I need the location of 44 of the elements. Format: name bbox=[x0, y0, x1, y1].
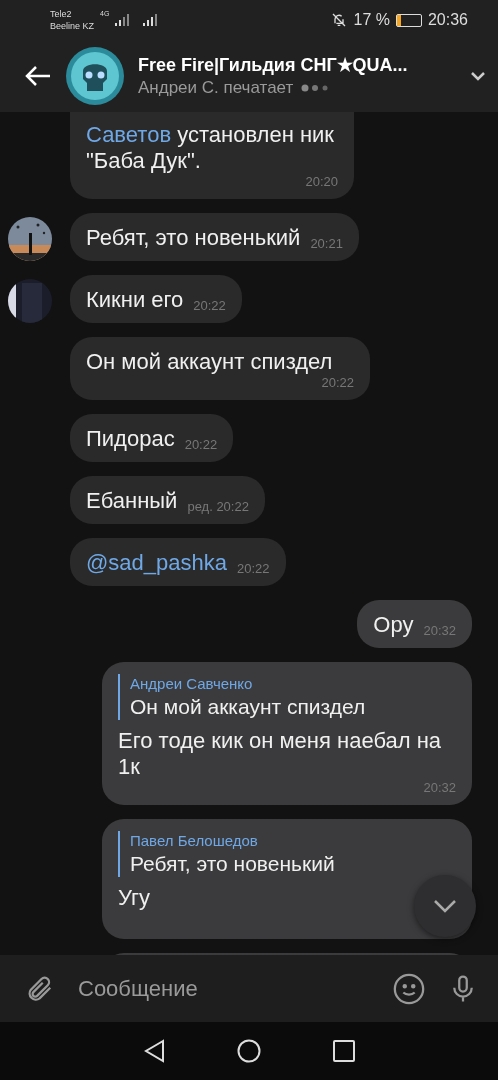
signal-icon bbox=[143, 14, 158, 26]
reply-quote[interactable]: Андреи Савченко Он мой аккаунт спиздел bbox=[118, 674, 456, 720]
reply-text: Он мой аккаунт спиздел bbox=[130, 694, 367, 720]
message-time: 20:22 bbox=[184, 437, 218, 452]
message-time: 20:22 bbox=[237, 561, 270, 576]
chevron-down-icon bbox=[433, 899, 457, 913]
reply-text: Ребят, это новенький bbox=[130, 851, 336, 877]
message-time: 20:22 bbox=[193, 298, 226, 313]
message-text: Его тоде кик он меня наебал на 1к bbox=[118, 728, 443, 780]
message-time: 20:32 bbox=[423, 780, 456, 795]
home-nav-icon[interactable] bbox=[237, 1039, 261, 1063]
back-button[interactable] bbox=[24, 64, 52, 88]
clock: 20:36 bbox=[427, 11, 468, 29]
typing-status: Андреи С. печатает bbox=[138, 78, 294, 98]
message-text: Ору bbox=[373, 612, 414, 638]
message-time: ред. 20:22 bbox=[187, 499, 249, 514]
emoji-icon[interactable] bbox=[392, 971, 426, 1006]
battery-icon bbox=[395, 13, 422, 27]
carrier-name: Beeline KZ bbox=[50, 20, 95, 32]
message-time: 20:21 bbox=[310, 236, 343, 251]
signal-icon bbox=[115, 14, 130, 26]
message-text: Он мой аккаунт спиздел bbox=[86, 349, 334, 375]
mention-link[interactable]: @sad_pashka bbox=[86, 550, 227, 576]
message-time: 20:20 bbox=[305, 174, 338, 189]
back-nav-icon[interactable] bbox=[143, 1039, 165, 1063]
message-text: Пидорас bbox=[86, 426, 175, 452]
message-text: Ребят, это новенький bbox=[86, 225, 301, 251]
message-text: Саветов установлен ник "Баба Дук". bbox=[86, 122, 335, 174]
message-text: Угу bbox=[118, 885, 150, 911]
chat-title: Free Fire|Гильдия СНГ★QUA... bbox=[138, 54, 409, 76]
recents-nav-icon[interactable] bbox=[333, 1040, 355, 1062]
carrier-name: Tele2 bbox=[50, 8, 73, 20]
reply-author: Павел Белошедов bbox=[130, 831, 259, 851]
battery-percent: 17 % bbox=[353, 11, 390, 29]
typing-dots-icon bbox=[301, 84, 330, 92]
message-text: Ебанный bbox=[86, 488, 178, 514]
message-text: Кикни его bbox=[86, 287, 184, 313]
reply-author: Андреи Савченко bbox=[130, 674, 254, 694]
message-time: 20:32 bbox=[423, 623, 456, 638]
chevron-down-icon[interactable] bbox=[470, 71, 486, 81]
user-link[interactable]: Саветов bbox=[86, 122, 172, 147]
group-avatar-icon[interactable] bbox=[66, 47, 124, 105]
muted-bell-icon bbox=[331, 12, 348, 28]
message-time: 20:22 bbox=[321, 375, 354, 390]
